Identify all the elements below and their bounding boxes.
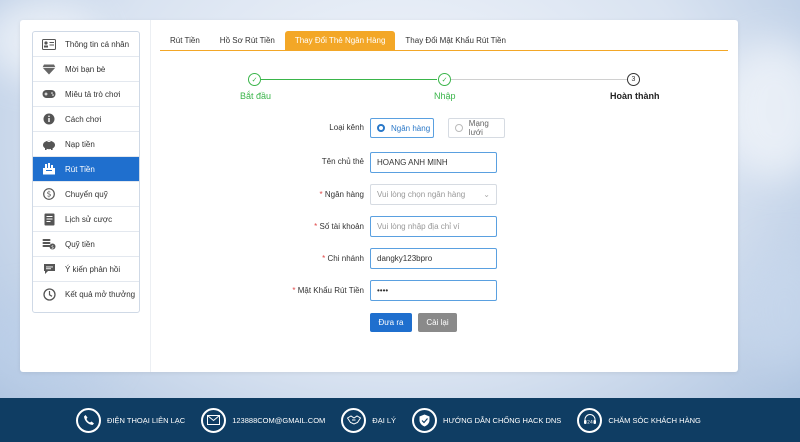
sidebar-item-fund[interactable]: $ Quỹ tiền xyxy=(33,232,139,257)
step-2-check-icon: ✓ xyxy=(438,73,451,86)
sidebar-item-label: Kết quả mở thưởng xyxy=(65,290,136,299)
bank-select-placeholder: Vui lòng chọn ngân hàng xyxy=(377,190,466,199)
tab-withdraw-records[interactable]: Hồ Sơ Rút Tiền xyxy=(210,31,285,51)
reset-button[interactable]: Cài lại xyxy=(418,313,457,332)
step-1-label: Bắt đầu xyxy=(240,91,272,101)
withdraw-password-input[interactable]: •••• xyxy=(370,280,497,301)
sidebar-item-label: Thông tin cá nhân xyxy=(65,39,130,49)
phone-icon xyxy=(76,407,101,433)
holder-label: Tên chủ thẻ xyxy=(321,157,364,166)
step-3-label: Hoàn thành xyxy=(610,91,660,101)
footer-agent-label: ĐẠI LÝ xyxy=(372,415,397,425)
step-progress-line-pending xyxy=(451,79,627,80)
branch-input[interactable]: dangky123bpro xyxy=(370,248,497,269)
sidebar-item-label: Ý kiến phản hồi xyxy=(65,264,121,274)
sidebar-item-bet-history[interactable]: Lịch sử cược xyxy=(33,207,139,232)
footer-agent-link[interactable]: ĐẠI LÝ xyxy=(341,407,397,433)
footer-phone-link[interactable]: ĐIỆN THOẠI LIÊN LẠC xyxy=(76,407,186,433)
gamepad-icon xyxy=(41,87,57,101)
info-icon xyxy=(41,112,57,126)
mail-icon xyxy=(201,407,227,433)
footer-support-label: CHĂM SÓC KHÁCH HÀNG xyxy=(608,415,701,425)
sidebar-item-label: Mời bạn bè xyxy=(65,64,106,74)
dollar-icon: $ xyxy=(41,187,57,201)
document-icon xyxy=(41,212,57,226)
footer-support-link[interactable]: 24 CHĂM SÓC KHÁCH HÀNG xyxy=(577,407,701,433)
sidebar-divider xyxy=(150,20,151,372)
sidebar-item-label: Lịch sử cược xyxy=(65,214,113,224)
piggy-bank-icon xyxy=(41,137,57,151)
background-blur xyxy=(740,250,800,370)
history-icon xyxy=(41,288,57,302)
bank-label: * Ngân hàng xyxy=(319,190,364,199)
footer-dns-guide-link[interactable]: HƯỚNG DẪN CHỐNG HACK DNS xyxy=(412,407,562,433)
card-holder-input[interactable]: HOANG ANH MINH xyxy=(370,152,497,173)
footer-phone-label: ĐIỆN THOẠI LIÊN LẠC xyxy=(107,415,186,425)
step-progress-line xyxy=(261,79,437,80)
footer-email-label: 123888COM@GMAIL.COM xyxy=(232,415,326,425)
svg-text:$: $ xyxy=(51,244,54,250)
account-number-input[interactable]: Vui lòng nhập địa chỉ ví xyxy=(370,216,497,237)
footer-bar: ĐIỆN THOẠI LIÊN LẠC 123888COM@GMAIL.COM … xyxy=(0,398,800,442)
submit-button[interactable]: Đưa ra xyxy=(370,313,412,332)
chevron-down-icon: ⌄ xyxy=(483,190,490,199)
sidebar-item-lottery-results[interactable]: Kết quả mở thưởng xyxy=(33,282,139,307)
sidebar-item-how-to-play[interactable]: Cách chơi xyxy=(33,107,139,132)
step-2-label: Nhập xyxy=(434,91,456,101)
tab-change-bank-card[interactable]: Thay Đổi Thẻ Ngân Hàng xyxy=(284,31,396,51)
radio-selected-icon xyxy=(377,124,385,132)
withdraw-icon xyxy=(41,162,57,176)
branch-label: * Chi nhánh xyxy=(322,254,364,263)
withdraw-password-label: * Mật Khẩu Rút Tiền xyxy=(292,286,364,295)
account-number-label: * Số tài khoản xyxy=(314,222,364,231)
svg-text:$: $ xyxy=(47,190,52,199)
sidebar-item-label: Quỹ tiền xyxy=(65,239,95,249)
tab-bar: Rút Tiền Hồ Sơ Rút Tiền Thay Đổi Thẻ Ngâ… xyxy=(160,31,516,51)
shield-icon xyxy=(412,407,438,433)
tab-withdraw[interactable]: Rút Tiền xyxy=(160,31,210,51)
channel-option-bank[interactable]: Ngân hàng xyxy=(370,118,434,138)
tab-underline xyxy=(160,50,728,51)
sidebar-item-feedback[interactable]: Ý kiến phản hồi xyxy=(33,257,139,282)
bank-select[interactable]: Vui lòng chọn ngân hàng ⌄ xyxy=(370,184,497,205)
handshake-icon xyxy=(341,407,367,433)
sidebar-item-transfer[interactable]: $ Chuyển quỹ xyxy=(33,182,139,207)
sidebar-item-deposit[interactable]: Nạp tiền xyxy=(33,132,139,157)
sidebar-item-label: Nạp tiền xyxy=(65,139,95,149)
tab-change-withdraw-password[interactable]: Thay Đổi Mật Khẩu Rút Tiền xyxy=(395,31,516,51)
support-24-icon: 24 xyxy=(577,407,603,433)
step-1-check-icon: ✓ xyxy=(248,73,261,86)
coins-icon: $ xyxy=(41,237,57,251)
sidebar-item-invite-friends[interactable]: Mời bạn bè xyxy=(33,57,139,82)
channel-label: Loại kênh xyxy=(329,123,364,132)
sidebar-item-personal-info[interactable]: Thông tin cá nhân xyxy=(33,32,139,57)
chat-icon xyxy=(41,262,57,276)
sidebar: Thông tin cá nhân Mời bạn bè Miêu tả trò… xyxy=(32,31,140,313)
diamond-icon xyxy=(41,62,57,76)
footer-dns-guide-label: HƯỚNG DẪN CHỐNG HACK DNS xyxy=(443,415,562,425)
sidebar-item-game-description[interactable]: Miêu tả trò chơi xyxy=(33,82,139,107)
channel-option-bank-label: Ngân hàng xyxy=(391,123,431,133)
sidebar-item-label: Miêu tả trò chơi xyxy=(65,89,121,99)
footer-email-link[interactable]: 123888COM@GMAIL.COM xyxy=(201,407,326,433)
step-3-number: 3 xyxy=(627,73,640,86)
radio-unselected-icon xyxy=(455,124,463,132)
sidebar-item-withdraw[interactable]: Rút Tiền xyxy=(33,157,139,182)
channel-option-network[interactable]: Mạng lưới xyxy=(448,118,505,138)
sidebar-item-label: Rút Tiền xyxy=(65,164,95,174)
id-card-icon xyxy=(41,37,57,51)
sidebar-item-label: Cách chơi xyxy=(65,114,102,124)
svg-text:24: 24 xyxy=(587,420,593,426)
channel-option-network-label: Mạng lưới xyxy=(468,119,489,137)
sidebar-item-label: Chuyển quỹ xyxy=(65,189,108,199)
